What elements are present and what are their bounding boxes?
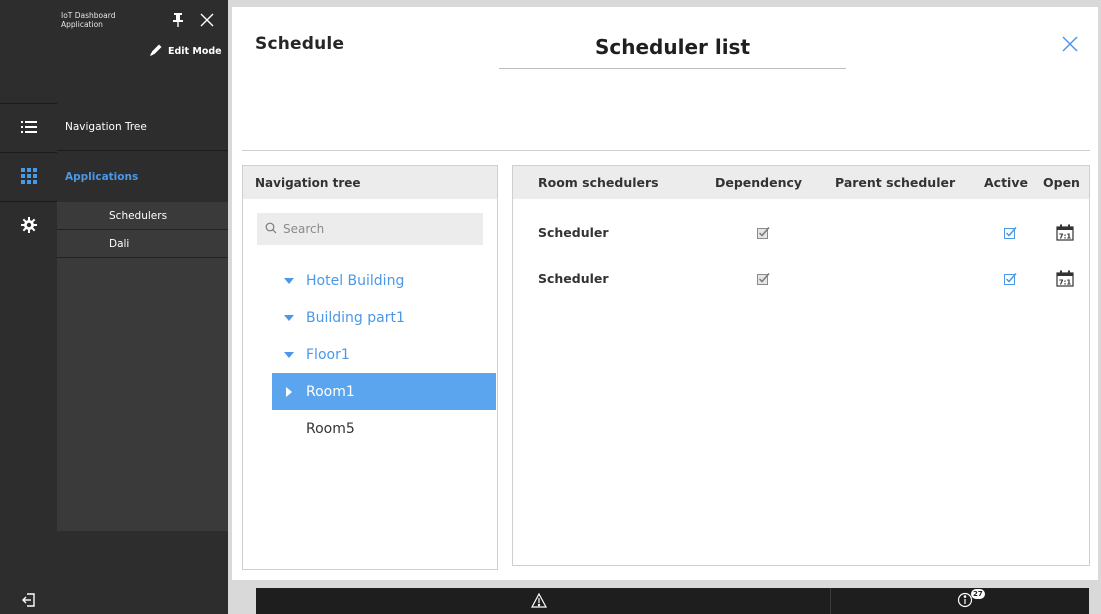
- tree-node-building-part1[interactable]: Building part1: [272, 299, 496, 336]
- submenu-item-schedulers[interactable]: Schedulers: [57, 202, 228, 230]
- submenu-item-label: Schedulers: [109, 209, 168, 222]
- navigation-tree-panel: Navigation tree Search Hotel Building Bu…: [242, 165, 498, 570]
- main-panel: Schedule Scheduler list Navigation tree …: [232, 7, 1098, 580]
- scheduler-table: Room schedulers Dependency Parent schedu…: [512, 165, 1090, 566]
- active-checkbox[interactable]: [1004, 260, 1017, 296]
- table-row[interactable]: Scheduler 7:1: [513, 214, 1089, 250]
- column-header-parent-scheduler[interactable]: Parent scheduler: [835, 166, 955, 199]
- calendar-icon[interactable]: 7:1: [1056, 260, 1074, 296]
- svg-text:7:1: 7:1: [1059, 232, 1072, 240]
- notifications-button[interactable]: 27: [957, 589, 985, 612]
- search-icon: [265, 222, 277, 237]
- warning-icon[interactable]: [530, 592, 548, 612]
- dependency-checkbox[interactable]: [757, 260, 770, 296]
- scheduler-name: Scheduler: [538, 224, 609, 240]
- tree-node-label: Room5: [306, 420, 355, 437]
- close-icon[interactable]: [199, 12, 215, 28]
- side-panel: IoT Dashboard Application Edit Mode Navi…: [57, 0, 228, 614]
- svg-text:7:1: 7:1: [1059, 278, 1072, 286]
- caret-down-icon[interactable]: [272, 314, 306, 321]
- page-title: Schedule: [255, 34, 345, 54]
- tree-node-room5[interactable]: Room5: [272, 410, 496, 447]
- calendar-icon[interactable]: 7:1: [1056, 214, 1074, 250]
- rail-divider: [0, 201, 57, 202]
- tree-node-floor1[interactable]: Floor1: [272, 336, 496, 373]
- sidebar-item-navigation-tree[interactable]: Navigation Tree: [57, 103, 228, 151]
- status-bar: 27: [256, 588, 1089, 614]
- tree-node-label: Building part1: [306, 309, 405, 326]
- edit-mode-label: Edit Mode: [168, 46, 222, 57]
- gear-icon[interactable]: [0, 214, 57, 236]
- search-placeholder: Search: [283, 222, 325, 236]
- sidebar-item-label: Navigation Tree: [65, 120, 147, 133]
- active-checkbox[interactable]: [1004, 214, 1017, 250]
- tree-node-label: Floor1: [306, 346, 350, 363]
- sidebar-item-label: Applications: [65, 171, 139, 183]
- table-header: Room schedulers Dependency Parent schedu…: [513, 166, 1089, 199]
- search-input[interactable]: Search: [257, 213, 483, 245]
- column-header-open[interactable]: Open: [1043, 166, 1080, 199]
- list-title: Scheduler list: [594, 35, 751, 59]
- caret-down-icon[interactable]: [272, 277, 306, 284]
- submenu-item-dali[interactable]: Dali: [57, 230, 228, 258]
- status-divider: [830, 588, 831, 614]
- dependency-checkbox[interactable]: [757, 214, 770, 250]
- list-icon[interactable]: [0, 116, 57, 138]
- pencil-icon: [149, 43, 163, 60]
- sidebar-item-applications[interactable]: Applications: [57, 153, 228, 201]
- table-row[interactable]: Scheduler 7:1: [513, 260, 1089, 296]
- pin-icon[interactable]: [172, 12, 184, 28]
- rail-divider: [0, 152, 57, 153]
- title-underline: [499, 68, 846, 69]
- caret-down-icon[interactable]: [272, 351, 306, 358]
- app-title: IoT Dashboard Application: [61, 11, 116, 29]
- tree-title: Navigation tree: [243, 166, 497, 199]
- notification-count-badge: 27: [971, 589, 985, 599]
- tree-node-room1[interactable]: Room1: [272, 373, 496, 410]
- logout-icon[interactable]: [0, 590, 57, 610]
- apps-grid-icon[interactable]: [0, 165, 57, 187]
- edit-mode-button[interactable]: Edit Mode: [149, 43, 222, 60]
- column-header-room-schedulers[interactable]: Room schedulers: [538, 166, 659, 199]
- close-icon[interactable]: [1061, 35, 1079, 53]
- applications-submenu: Schedulers Dali: [57, 202, 228, 531]
- column-header-dependency[interactable]: Dependency: [715, 166, 802, 199]
- tree-node-label: Room1: [306, 383, 355, 400]
- tree-node-label: Hotel Building: [306, 272, 405, 289]
- icon-rail: [0, 0, 57, 614]
- scheduler-name: Scheduler: [538, 270, 609, 286]
- caret-right-icon[interactable]: [272, 386, 306, 397]
- submenu-item-label: Dali: [109, 237, 130, 250]
- divider: [242, 150, 1090, 151]
- tree-node-hotel-building[interactable]: Hotel Building: [272, 262, 496, 299]
- rail-divider: [0, 103, 57, 104]
- column-header-active[interactable]: Active: [984, 166, 1028, 199]
